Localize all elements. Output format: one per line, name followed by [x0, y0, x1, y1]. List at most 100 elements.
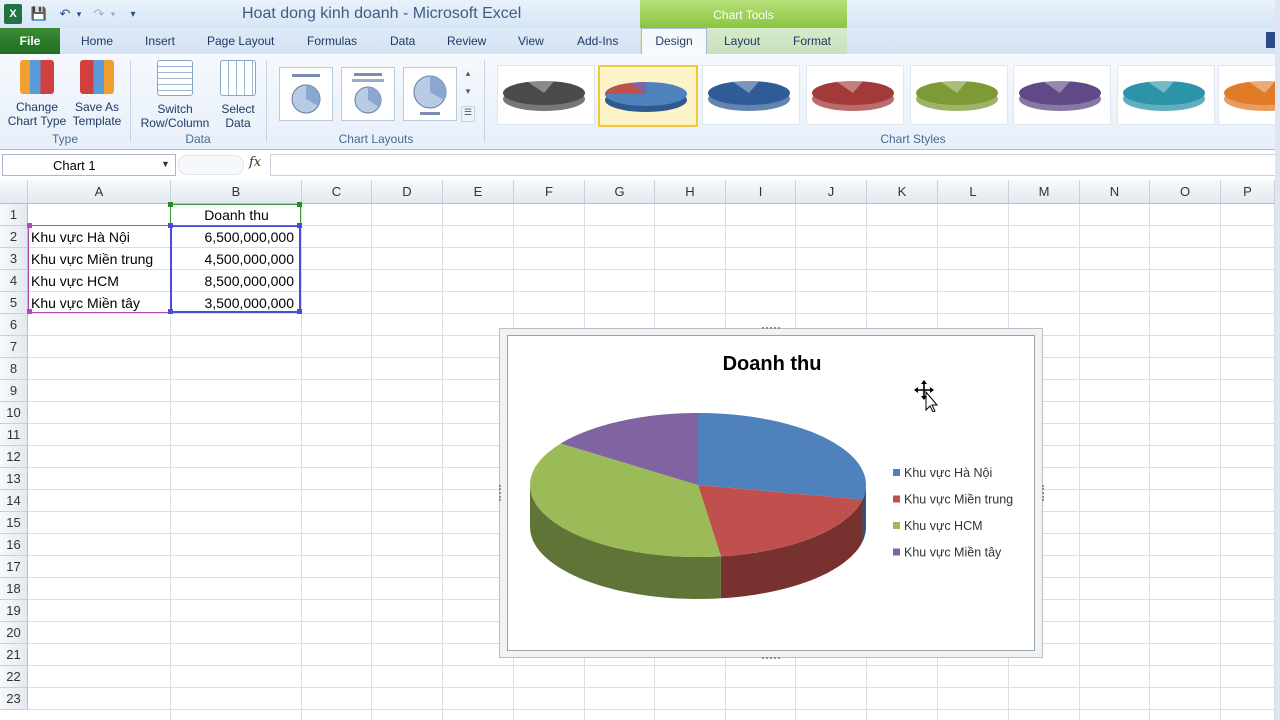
row-header-12[interactable]: 12 — [0, 446, 28, 468]
column-header-m[interactable]: M — [1009, 180, 1080, 204]
tab-format[interactable]: Format — [793, 34, 831, 48]
chart-resize-handle-top[interactable] — [762, 327, 780, 333]
column-header-c[interactable]: C — [302, 180, 372, 204]
range-handle[interactable] — [168, 309, 173, 314]
row-header-6[interactable]: 6 — [0, 314, 28, 336]
row-header-18[interactable]: 18 — [0, 578, 28, 600]
tab-home[interactable]: Home — [81, 34, 113, 48]
range-handle[interactable] — [297, 202, 302, 207]
legend-entry[interactable]: Khu vực Miền tây — [904, 546, 1002, 560]
chart-layout-3[interactable] — [403, 67, 457, 121]
chart-layouts-scroll-up[interactable]: ▴ — [461, 68, 475, 84]
row-header-15[interactable]: 15 — [0, 512, 28, 534]
tab-data[interactable]: Data — [390, 34, 415, 48]
undo-icon[interactable]: ↶ — [56, 4, 74, 24]
row-header-19[interactable]: 19 — [0, 600, 28, 622]
tab-insert[interactable]: Insert — [145, 34, 175, 48]
row-header-13[interactable]: 13 — [0, 468, 28, 490]
row-header-11[interactable]: 11 — [0, 424, 28, 446]
column-header-l[interactable]: L — [938, 180, 1009, 204]
row-header-20[interactable]: 20 — [0, 622, 28, 644]
row-header-22[interactable]: 22 — [0, 666, 28, 688]
column-header-p[interactable]: P — [1221, 180, 1275, 204]
legend-entry[interactable]: Khu vực Hà Nội — [904, 466, 992, 480]
vertical-scrollbar[interactable] — [1275, 0, 1280, 720]
row-header-1[interactable]: 1 — [0, 204, 28, 226]
chart-layouts-scroll-down[interactable]: ▾ — [461, 86, 475, 102]
column-header-o[interactable]: O — [1150, 180, 1221, 204]
chart-style-1[interactable] — [497, 65, 595, 125]
tab-design[interactable]: Design — [641, 28, 707, 54]
range-handle[interactable] — [27, 309, 32, 314]
range-handle[interactable] — [168, 202, 173, 207]
tab-page-layout[interactable]: Page Layout — [207, 34, 274, 48]
tab-add-ins[interactable]: Add-Ins — [577, 34, 618, 48]
tab-formulas[interactable]: Formulas — [307, 34, 357, 48]
select-all-corner[interactable] — [0, 180, 28, 204]
chart-style-2[interactable] — [598, 65, 698, 127]
save-as-template-button[interactable]: Save As Template — [70, 60, 124, 128]
series-range-highlight[interactable] — [170, 225, 301, 313]
row-header-16[interactable]: 16 — [0, 534, 28, 556]
redo-icon[interactable]: ↷ — [90, 4, 108, 24]
row-header-5[interactable]: 5 — [0, 292, 28, 314]
chart-legend[interactable]: Khu vực Hà Nội Khu vực Miền trung Khu vực … — [893, 466, 1013, 560]
row-header-7[interactable]: 7 — [0, 336, 28, 358]
chart-layout-1[interactable] — [279, 67, 333, 121]
chart-style-3[interactable] — [702, 65, 800, 125]
column-header-d[interactable]: D — [372, 180, 443, 204]
chart-style-7[interactable] — [1117, 65, 1215, 125]
chart-style-4[interactable] — [806, 65, 904, 125]
range-handle[interactable] — [27, 223, 32, 228]
switch-row-column-button[interactable]: Switch Row/Column — [136, 60, 214, 130]
row-header-23[interactable]: 23 — [0, 688, 28, 710]
legend-entry[interactable]: Khu vực HCM — [904, 519, 983, 533]
row-header-17[interactable]: 17 — [0, 556, 28, 578]
row-header-14[interactable]: 14 — [0, 490, 28, 512]
chart-resize-handle-bottom[interactable] — [762, 653, 780, 659]
excel-icon[interactable]: X — [4, 4, 22, 24]
column-header-i[interactable]: I — [726, 180, 796, 204]
name-box-dropdown-icon[interactable]: ▼ — [161, 159, 170, 169]
category-range-highlight[interactable] — [28, 225, 171, 313]
range-handle[interactable] — [297, 223, 302, 228]
tab-review[interactable]: Review — [447, 34, 486, 48]
chart-layout-2[interactable] — [341, 67, 395, 121]
chart-style-8[interactable] — [1218, 65, 1280, 125]
pie-plot-area[interactable] — [530, 413, 866, 599]
chart-style-5[interactable] — [910, 65, 1008, 125]
chart-area[interactable]: Doanh thu Khu vực Hà Nội Khu vực Miền tru… — [507, 335, 1035, 651]
row-header-2[interactable]: 2 — [0, 226, 28, 248]
formula-input[interactable] — [270, 154, 1276, 176]
range-handle[interactable] — [168, 223, 173, 228]
formula-bar-splitter[interactable] — [178, 155, 244, 175]
row-header-21[interactable]: 21 — [0, 644, 28, 666]
pie-slice[interactable] — [698, 413, 866, 500]
column-header-b[interactable]: B — [171, 180, 302, 204]
range-handle[interactable] — [297, 309, 302, 314]
column-header-g[interactable]: G — [585, 180, 655, 204]
change-chart-type-button[interactable]: Change Chart Type — [4, 60, 70, 128]
tab-layout[interactable]: Layout — [724, 34, 760, 48]
column-header-a[interactable]: A — [28, 180, 171, 204]
column-header-e[interactable]: E — [443, 180, 514, 204]
chart-resize-handle-left[interactable] — [499, 485, 504, 501]
undo-dropdown-icon[interactable]: ▾ — [74, 4, 84, 24]
legend-entry[interactable]: Khu vực Miền trung — [904, 493, 1013, 507]
insert-function-icon[interactable]: fx — [249, 155, 261, 170]
tab-view[interactable]: View — [518, 34, 544, 48]
column-header-k[interactable]: K — [867, 180, 938, 204]
chart-object[interactable]: Doanh thu Khu vực Hà Nội Khu vực Miền tru… — [499, 327, 1044, 659]
chart-style-6[interactable] — [1013, 65, 1111, 125]
row-header-4[interactable]: 4 — [0, 270, 28, 292]
chart-title[interactable]: Doanh thu — [723, 353, 822, 375]
customize-qat-icon[interactable]: ▾ — [126, 4, 140, 24]
row-header-9[interactable]: 9 — [0, 380, 28, 402]
chart-resize-handle-right[interactable] — [1039, 485, 1044, 501]
redo-dropdown-icon[interactable]: ▾ — [108, 4, 118, 24]
row-header-8[interactable]: 8 — [0, 358, 28, 380]
row-header-10[interactable]: 10 — [0, 402, 28, 424]
save-icon[interactable]: 💾 — [30, 4, 48, 24]
name-box[interactable]: Chart 1 ▼ — [2, 154, 176, 176]
column-header-n[interactable]: N — [1080, 180, 1150, 204]
